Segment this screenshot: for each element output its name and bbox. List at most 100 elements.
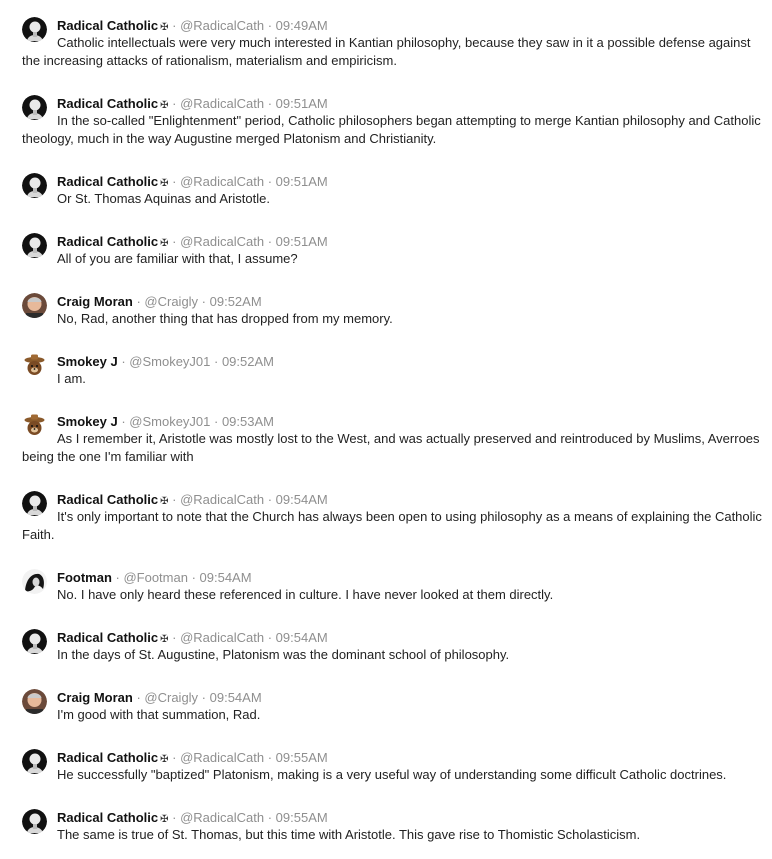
message-header: Radical Catholic ✠ · @RadicalCath · 09:54… <box>57 490 328 510</box>
separator: · <box>168 96 181 111</box>
timestamp: 09:54AM <box>199 570 252 585</box>
author-name[interactable]: Radical Catholic <box>57 174 158 189</box>
author-name[interactable]: Craig Moran <box>57 690 133 705</box>
separator: · <box>111 570 124 585</box>
author-name[interactable]: Radical Catholic <box>57 18 158 33</box>
message-feed: Radical Catholic ✠ · @RadicalCath · 09:49… <box>0 0 772 859</box>
author-name[interactable]: Footman <box>57 570 112 585</box>
timestamp: 09:53AM <box>221 414 274 429</box>
author-handle[interactable]: @RadicalCath <box>180 810 264 825</box>
separator: · <box>264 96 276 111</box>
timestamp: 09:52AM <box>209 294 262 309</box>
separator: · <box>264 750 276 765</box>
separator: · <box>168 18 181 33</box>
timestamp: 09:52AM <box>221 354 274 369</box>
message-header: Radical Catholic ✠ · @RadicalCath · 09:54… <box>57 628 328 648</box>
separator: · <box>264 18 276 33</box>
cross-badge-icon: ✠ <box>160 634 169 645</box>
timestamp: 09:54AM <box>209 690 262 705</box>
separator: · <box>264 810 276 825</box>
timestamp: 09:51AM <box>275 96 328 111</box>
message-header: Craig Moran · @Craigly · 09:52AM <box>57 292 262 312</box>
author-handle[interactable]: @RadicalCath <box>180 96 264 111</box>
message-header: Smokey J · @SmokeyJ01 · 09:52AM <box>57 352 274 372</box>
separator: · <box>117 354 130 369</box>
timestamp: 09:55AM <box>275 810 328 825</box>
message-header: Radical Catholic ✠ · @RadicalCath · 09:51… <box>57 232 328 252</box>
timestamp: 09:51AM <box>275 234 328 249</box>
separator: · <box>168 630 181 645</box>
timestamp: 09:51AM <box>275 174 328 189</box>
separator: · <box>198 690 210 705</box>
message-text: All of you are familiar with that, I ass… <box>57 251 298 266</box>
author-name[interactable]: Smokey J <box>57 414 118 429</box>
timestamp: 09:49AM <box>275 18 328 33</box>
author-handle[interactable]: @SmokeyJ01 <box>129 354 210 369</box>
author-name[interactable]: Radical Catholic <box>57 234 158 249</box>
cross-badge-icon: ✠ <box>160 238 169 249</box>
separator: · <box>168 750 181 765</box>
author-handle[interactable]: @Footman <box>123 570 188 585</box>
author-name[interactable]: Radical Catholic <box>57 750 158 765</box>
author-name[interactable]: Radical Catholic <box>57 630 158 645</box>
message-text: He successfully "baptized" Platonism, ma… <box>57 767 727 782</box>
separator: · <box>132 294 145 309</box>
message-header: Radical Catholic ✠ · @RadicalCath · 09:55… <box>57 748 328 768</box>
author-handle[interactable]: @Craigly <box>144 690 198 705</box>
message-header: Radical Catholic ✠ · @RadicalCath · 09:51… <box>57 172 328 192</box>
separator: · <box>168 234 181 249</box>
message-text: In the days of St. Augustine, Platonism … <box>57 647 510 662</box>
author-handle[interactable]: @RadicalCath <box>180 18 264 33</box>
message-text: I'm good with that summation, Rad. <box>57 707 261 722</box>
separator: · <box>210 354 222 369</box>
separator: · <box>132 690 145 705</box>
author-name[interactable]: Radical Catholic <box>57 810 158 825</box>
separator: · <box>264 492 276 507</box>
cross-badge-icon: ✠ <box>160 496 169 507</box>
message-text: It's only important to note that the Chu… <box>22 509 762 542</box>
author-handle[interactable]: @RadicalCath <box>180 234 264 249</box>
separator: · <box>168 174 181 189</box>
message-text: I am. <box>57 371 86 386</box>
timestamp: 09:55AM <box>275 750 328 765</box>
cross-badge-icon: ✠ <box>160 754 169 765</box>
message-text: The same is true of St. Thomas, but this… <box>57 827 641 842</box>
separator: · <box>117 414 130 429</box>
author-name[interactable]: Smokey J <box>57 354 118 369</box>
separator: · <box>168 492 181 507</box>
cross-badge-icon: ✠ <box>160 178 169 189</box>
message-text: In the so-called "Enlightenment" period,… <box>22 113 761 146</box>
author-handle[interactable]: @Craigly <box>144 294 198 309</box>
timestamp: 09:54AM <box>275 630 328 645</box>
message-header: Radical Catholic ✠ · @RadicalCath · 09:55… <box>57 808 328 828</box>
cross-badge-icon: ✠ <box>160 22 169 33</box>
message-header: Craig Moran · @Craigly · 09:54AM <box>57 688 262 708</box>
message-text: Or St. Thomas Aquinas and Aristotle. <box>57 191 270 206</box>
separator: · <box>264 174 276 189</box>
cross-badge-icon: ✠ <box>160 100 169 111</box>
message-header: Smokey J · @SmokeyJ01 · 09:53AM <box>57 412 274 432</box>
message-header: Radical Catholic ✠ · @RadicalCath · 09:49… <box>57 16 328 36</box>
message-header: Footman · @Footman · 09:54AM <box>57 568 252 588</box>
author-handle[interactable]: @RadicalCath <box>180 174 264 189</box>
author-name[interactable]: Radical Catholic <box>57 492 158 507</box>
separator: · <box>187 570 200 585</box>
message-text: No, Rad, another thing that has dropped … <box>57 311 393 326</box>
message-text: No. I have only heard these referenced i… <box>57 587 554 602</box>
message-header: Radical Catholic ✠ · @RadicalCath · 09:51… <box>57 94 328 114</box>
timestamp: 09:54AM <box>275 492 328 507</box>
author-handle[interactable]: @SmokeyJ01 <box>129 414 210 429</box>
separator: · <box>210 414 222 429</box>
author-name[interactable]: Radical Catholic <box>57 96 158 111</box>
cross-badge-icon: ✠ <box>160 814 169 825</box>
author-name[interactable]: Craig Moran <box>57 294 133 309</box>
author-handle[interactable]: @RadicalCath <box>180 750 264 765</box>
author-handle[interactable]: @RadicalCath <box>180 630 264 645</box>
message-text: As I remember it, Aristotle was mostly l… <box>22 431 760 464</box>
separator: · <box>264 630 276 645</box>
separator: · <box>198 294 210 309</box>
message-text: Catholic intellectuals were very much in… <box>22 35 751 68</box>
author-handle[interactable]: @RadicalCath <box>180 492 264 507</box>
separator: · <box>168 810 181 825</box>
separator: · <box>264 234 276 249</box>
